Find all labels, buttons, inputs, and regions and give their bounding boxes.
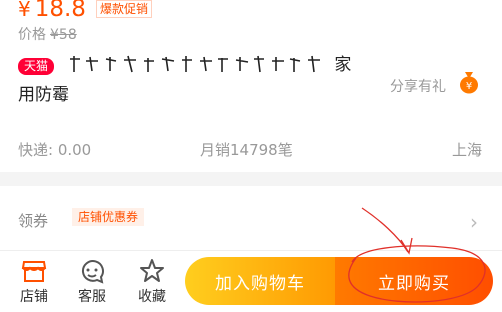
product-title-text: 用防霉 (18, 85, 69, 105)
product-title-tail: 家 (334, 55, 353, 75)
product-title-line2: 用防霉 (18, 80, 69, 105)
original-price-value: ¥58 (50, 27, 77, 43)
star-icon (140, 259, 164, 282)
share-label[interactable]: 分享有礼 (390, 76, 446, 96)
add-to-cart-button[interactable]: 加入购物车 (185, 257, 335, 305)
shop-tab[interactable]: 店铺 (10, 258, 58, 306)
service-tab[interactable]: 客服 (68, 258, 116, 306)
promo-badge: 爆款促销 (95, 0, 152, 18)
section-divider (0, 172, 502, 186)
chevron-right-icon: › (470, 210, 478, 234)
redacted-title-text (70, 55, 320, 73)
coupon-label: 领券 (18, 212, 49, 230)
store-icon (21, 261, 47, 282)
price-currency: ¥ (18, 0, 31, 21)
original-price: 价格 ¥58 (18, 24, 77, 44)
monthly-sales: 月销14798笔 (200, 141, 293, 159)
tmall-badge: 天猫 (18, 58, 55, 75)
favorite-tab-label: 收藏 (138, 289, 166, 305)
express-fee: 快递: 0.00 (18, 141, 92, 159)
smiley-icon (81, 260, 104, 284)
svg-text:¥: ¥ (466, 81, 472, 92)
row-divider (0, 250, 502, 251)
ship-location: 上海 (452, 141, 483, 159)
buy-now-button[interactable]: 立即购买 (335, 257, 493, 305)
favorite-tab[interactable]: 收藏 (128, 258, 176, 306)
service-tab-label: 客服 (78, 289, 106, 305)
original-price-label: 价格 (18, 27, 46, 43)
store-coupon-tag: 店铺优惠券 (72, 208, 145, 226)
price-value: 18.8 (34, 0, 86, 22)
money-bag-icon[interactable]: ¥ (458, 70, 480, 94)
price-row: ¥ 18.8 爆款促销 (18, 0, 152, 24)
shop-tab-label: 店铺 (20, 289, 48, 305)
product-title-line1: 家 (66, 53, 352, 75)
